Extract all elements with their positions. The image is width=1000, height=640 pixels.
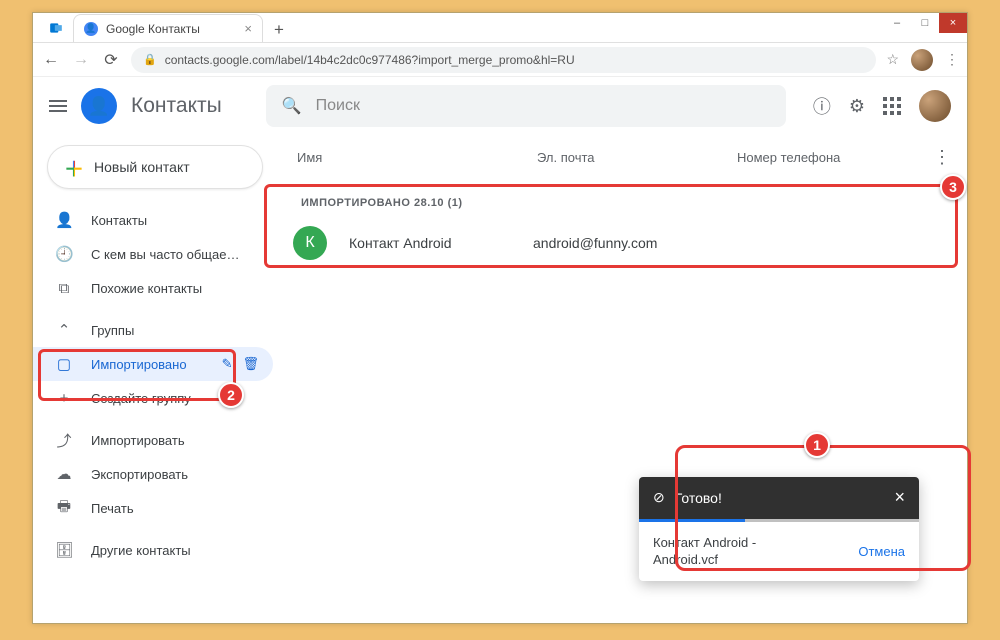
copy-icon: ⧉ [55,280,73,297]
new-contact-label: Новый контакт [94,159,190,175]
sidebar-item-label: Печать [91,501,134,516]
app-title: Контакты [131,94,222,118]
new-tab-button[interactable]: + [267,18,291,42]
new-contact-button[interactable]: ＋ Новый контакт [47,145,263,189]
sidebar-item-contacts[interactable]: 👤 Контакты [33,203,273,237]
plus-icon: ＋ [64,153,84,182]
sidebar-item-frequent[interactable]: 🕘 С кем вы часто общае… [33,237,273,271]
contacts-favicon: 👤 [84,22,98,36]
settings-gear-icon[interactable]: ⚙ [849,96,865,117]
contact-email: android@funny.com [533,235,753,251]
toast-message: Контакт Android - Android.vcf [653,534,756,569]
label-actions: ✎ 🗑 [222,356,259,372]
person-icon: 👤 [55,211,73,229]
annotation-badge-2: 2 [218,382,244,408]
browser-menu-button[interactable]: ⋮ [945,51,959,68]
sidebar-import[interactable]: ⤴ Импортировать [33,423,273,457]
sidebar-print[interactable]: 🖶 Печать [33,491,273,525]
search-box[interactable]: 🔍 Поиск [266,85,786,127]
column-header-row: Имя Эл. почта Номер телефона ⋮ [273,135,957,179]
profile-avatar-small[interactable] [911,49,933,71]
plus-small-icon: + [55,390,73,407]
contact-row[interactable]: К Контакт Android android@funny.com [273,219,957,267]
omnibox[interactable]: 🔒 contacts.google.com/label/14b4c2dc0c97… [131,47,876,73]
address-bar-row: ← → ⟳ 🔒 contacts.google.com/label/14b4c2… [33,43,967,77]
col-name: Имя [297,150,537,165]
upload-icon: ⤴ [55,430,73,451]
contacts-logo: 👤 [81,88,117,124]
app-header: 👤 Контакты 🔍 Поиск ⓘ ⚙ [33,77,967,135]
col-phone: Номер телефона [737,150,927,165]
list-settings-button[interactable]: ⋮ [927,147,957,168]
sidebar-groups-header[interactable]: ⌃ Группы [33,313,273,347]
label-icon: ▢ [55,355,73,373]
window-controls: – □ × [883,13,967,33]
browser-tab-contacts[interactable]: 👤 Google Контакты × [73,14,263,42]
sidebar-item-label: Похожие контакты [91,281,202,296]
archive-icon: 🗄 [55,541,73,559]
edit-label-icon[interactable]: ✎ [222,356,233,372]
col-email: Эл. почта [537,150,737,165]
search-icon: 🔍 [282,96,302,116]
main-menu-button[interactable] [49,100,67,112]
nav-back-button[interactable]: ← [41,51,61,69]
browser-window: – □ × 👤 Google Контакты × + ← → ⟳ 🔒 cont… [32,12,968,624]
help-icon[interactable]: ⓘ [813,93,831,119]
download-cloud-icon: ☁ [55,465,73,483]
sidebar-item-label: С кем вы часто общае… [91,247,239,262]
toast-cancel-link[interactable]: Отмена [858,544,905,559]
account-avatar[interactable] [919,90,951,122]
outlook-icon [49,21,63,35]
google-apps-icon[interactable] [883,97,901,115]
tab-strip: 👤 Google Контакты × + [33,13,967,43]
url-text: contacts.google.com/label/14b4c2dc0c9774… [165,53,575,67]
window-minimize-button[interactable]: – [883,13,911,33]
window-close-button[interactable]: × [939,13,967,33]
sidebar: ＋ Новый контакт 👤 Контакты 🕘 С кем вы ча… [33,135,273,615]
lock-icon: 🔒 [143,53,157,66]
sidebar-item-label: Импортировано [91,357,187,372]
toast-close-button[interactable]: × [894,487,905,508]
sidebar-item-label: Экспортировать [91,467,188,482]
clock-icon: 🕘 [55,245,73,263]
bookmark-star-icon[interactable]: ☆ [886,51,899,68]
print-icon: 🖶 [55,496,73,521]
annotation-badge-3: 3 [940,174,966,200]
nav-forward-button[interactable]: → [71,51,91,69]
toolbar-right: ☆ ⋮ [886,49,959,71]
group-heading: ИМПОРТИРОВАНО 28.10 (1) [273,179,957,219]
toast-header: ⊘ Готово! × [639,477,919,519]
pinned-tab-outlook[interactable] [39,14,73,42]
sidebar-item-duplicates[interactable]: ⧉ Похожие контакты [33,271,273,305]
toast-title: Готово! [675,490,722,506]
annotation-badge-1: 1 [804,432,830,458]
contact-avatar: К [293,226,327,260]
tab-close-button[interactable]: × [244,21,252,36]
progress-fill [639,519,745,522]
sidebar-item-label: Группы [91,323,134,338]
window-maximize-button[interactable]: □ [911,13,939,33]
sidebar-item-label: Импортировать [91,433,185,448]
sidebar-item-label: Создайте группу [91,391,191,406]
nav-reload-button[interactable]: ⟳ [101,50,121,70]
contact-name: Контакт Android [349,235,533,251]
sidebar-export[interactable]: ☁ Экспортировать [33,457,273,491]
sidebar-label-imported[interactable]: ▢ Импортировано ✎ 🗑 [33,347,273,381]
sidebar-item-label: Другие контакты [91,543,191,558]
delete-label-icon[interactable]: 🗑 [242,356,259,372]
search-placeholder: Поиск [316,97,360,115]
check-circle-icon: ⊘ [653,489,665,506]
sidebar-other-contacts[interactable]: 🗄 Другие контакты [33,533,273,567]
sidebar-item-label: Контакты [91,213,147,228]
import-toast: ⊘ Готово! × Контакт Android - Android.vc… [639,477,919,581]
chevron-up-icon: ⌃ [55,321,73,339]
toast-body: Контакт Android - Android.vcf Отмена [639,522,919,581]
tab-title: Google Контакты [106,22,200,36]
